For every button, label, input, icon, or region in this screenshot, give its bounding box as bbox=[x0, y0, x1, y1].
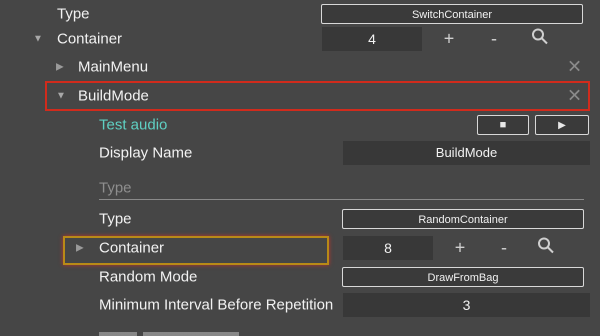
stop-icon: ■ bbox=[499, 119, 507, 131]
collapsed-triangle-icon[interactable]: ▶ bbox=[56, 62, 64, 73]
remove-item-button[interactable]: - bbox=[494, 238, 514, 259]
type-inner-label: Type bbox=[99, 210, 132, 228]
mainmenu-label: MainMenu bbox=[78, 58, 149, 76]
container-inner-count[interactable]: 8 bbox=[343, 236, 433, 260]
row-min-interval: Minimum Interval Before Repetition 3 bbox=[0, 291, 600, 319]
expand-triangle-icon[interactable]: ▼ bbox=[56, 91, 66, 102]
row-mainmenu[interactable]: ▶ MainMenu ✕ bbox=[0, 53, 600, 81]
buildmode-label: BuildMode bbox=[78, 87, 149, 105]
add-item-button[interactable]: + bbox=[450, 238, 470, 259]
row-type-section: Type bbox=[0, 174, 600, 202]
next-row-partial bbox=[99, 328, 239, 336]
expand-triangle-icon[interactable]: ▼ bbox=[33, 34, 43, 45]
row-random-mode: Random Mode DrawFromBag bbox=[0, 263, 600, 291]
random-mode-label: Random Mode bbox=[99, 268, 198, 286]
display-name-input[interactable]: BuildMode bbox=[343, 141, 590, 165]
row-container-top: ▼ Container 4 + - bbox=[0, 25, 600, 53]
add-item-button[interactable]: + bbox=[439, 29, 459, 50]
row-container-inner: ▶ Container 8 + - bbox=[0, 234, 600, 262]
type-label: Type bbox=[57, 5, 90, 23]
close-icon[interactable]: ✕ bbox=[567, 57, 582, 78]
test-audio-label: Test audio bbox=[99, 116, 168, 134]
play-button[interactable]: ▶ bbox=[535, 115, 589, 135]
container-count[interactable]: 4 bbox=[322, 27, 422, 51]
min-interval-input[interactable]: 3 bbox=[343, 293, 590, 317]
type-inner-select[interactable]: RandomContainer bbox=[342, 209, 584, 229]
type-section-label: Type bbox=[99, 179, 132, 197]
row-display-name: Display Name BuildMode bbox=[0, 139, 600, 167]
container-label: Container bbox=[57, 30, 123, 48]
row-test-audio: Test audio ■ ▶ bbox=[0, 111, 600, 139]
search-icon[interactable] bbox=[531, 28, 549, 51]
row-type-inner: Type RandomContainer bbox=[0, 205, 600, 233]
section-divider bbox=[99, 199, 584, 200]
container-inner-label: Container bbox=[99, 239, 165, 257]
random-mode-select[interactable]: DrawFromBag bbox=[342, 267, 584, 287]
type-select[interactable]: SwitchContainer bbox=[321, 4, 583, 24]
row-buildmode[interactable]: ▼ BuildMode ✕ bbox=[0, 82, 600, 110]
search-icon[interactable] bbox=[537, 237, 555, 260]
min-interval-label: Minimum Interval Before Repetition bbox=[99, 296, 334, 314]
close-icon[interactable]: ✕ bbox=[567, 86, 582, 107]
remove-item-button[interactable]: - bbox=[484, 29, 504, 50]
play-icon: ▶ bbox=[558, 119, 566, 131]
display-name-label: Display Name bbox=[99, 144, 193, 162]
row-type-top: Type SwitchContainer bbox=[0, 0, 600, 28]
stop-button[interactable]: ■ bbox=[477, 115, 529, 135]
collapsed-triangle-icon[interactable]: ▶ bbox=[76, 243, 84, 254]
